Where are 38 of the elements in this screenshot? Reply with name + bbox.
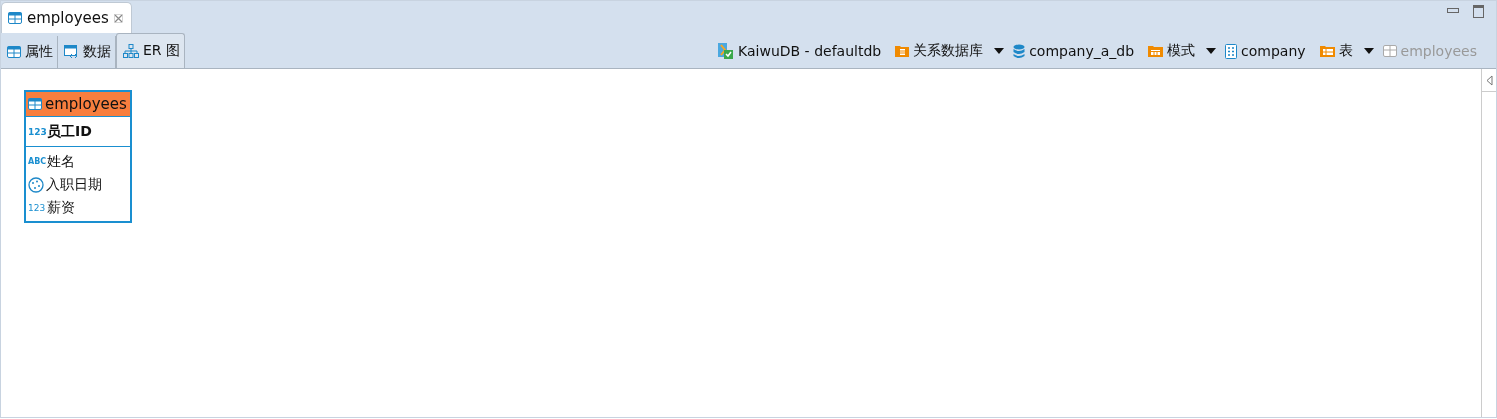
- view-tab[interactable]: 属性: [1, 36, 58, 68]
- diagram-icon: [123, 44, 139, 58]
- column-name: 入职日期: [46, 175, 102, 194]
- table-data-icon: [64, 45, 79, 59]
- table-icon: [8, 12, 22, 24]
- triangle-icon: [1485, 74, 1493, 86]
- close-icon[interactable]: [113, 13, 123, 23]
- breadcrumb-item[interactable]: 模式: [1141, 42, 1203, 60]
- maximize-icon[interactable]: [1473, 5, 1484, 18]
- breadcrumb-item[interactable]: 表: [1312, 42, 1360, 60]
- caret-icon: [1206, 48, 1217, 54]
- schema-icon: [1225, 43, 1238, 59]
- text-type-icon: ABC: [28, 157, 45, 166]
- caret-icon: [1363, 48, 1374, 54]
- folder-icon: [1319, 45, 1335, 57]
- table-icon: [7, 46, 21, 58]
- editor-tab[interactable]: employees: [1, 2, 132, 33]
- folder-icon: [895, 45, 910, 57]
- minimize-icon[interactable]: [1447, 8, 1459, 13]
- column-name: 薪资: [47, 198, 75, 217]
- table-icon: [28, 98, 42, 110]
- folder-icon: [1148, 45, 1164, 57]
- table-icon: [1382, 45, 1397, 57]
- connection-icon: [718, 43, 735, 59]
- key-column-name: 员工ID: [47, 122, 92, 141]
- breadcrumb-item[interactable]: 关系数据库: [888, 42, 991, 60]
- caret-icon: [994, 48, 1005, 54]
- number-type-icon: 123: [28, 202, 45, 213]
- entity-box[interactable]: employees 123员工ID ABC姓名 入职日期 123 薪资: [24, 90, 132, 223]
- breadcrumb-item[interactable]: KaiwuDB - defaultdb: [711, 43, 889, 59]
- breadcrumb-item[interactable]: company_a_db: [1006, 43, 1142, 59]
- entity-name: employees: [45, 95, 127, 113]
- database-icon: [1013, 43, 1026, 59]
- date-type-icon: [28, 176, 44, 193]
- breadcrumb-item[interactable]: company: [1218, 43, 1313, 59]
- view-tab[interactable]: ER 图: [116, 33, 186, 68]
- column-name: 姓名: [47, 152, 75, 171]
- number-type-icon: 123: [28, 126, 45, 137]
